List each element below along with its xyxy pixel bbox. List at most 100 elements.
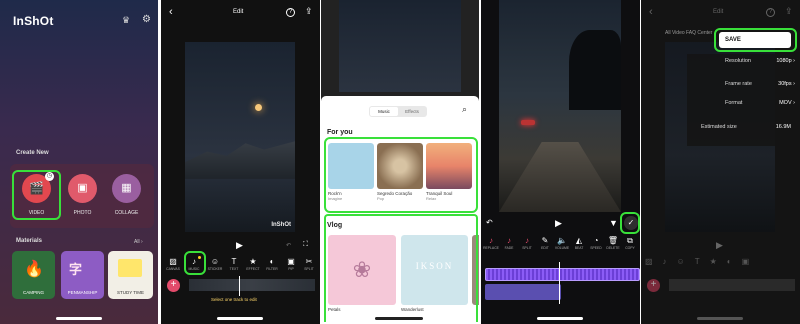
keyframe-icon[interactable]: ▼ [609,218,618,228]
tool-copy[interactable]: ⧉ COPY [622,236,638,250]
photo-label: PHOTO [73,210,92,216]
undo-icon[interactable]: ↶ [286,242,291,249]
save-highlight [714,28,797,52]
tool-effect[interactable]: ★ EFFECT [245,257,261,271]
material-study-time[interactable]: STUDY TIME [108,251,153,299]
material-camping[interactable]: 🔥 CAMPING [12,251,55,299]
music-card-rock[interactable]: Rock'n Imagine [328,143,374,209]
tool-filter[interactable]: ◐ FILTER [264,257,280,271]
tool-label: STICKER [207,267,223,271]
tool-label: DELETE [606,246,620,250]
image-icon: ▣ [68,174,97,203]
card-subtitle: Pop [377,196,385,201]
frame-rate-row[interactable]: Frame rate 30fps › [725,81,795,87]
tool-label: COPY [625,246,635,250]
video-preview[interactable] [499,0,621,212]
video-track[interactable] [485,284,561,300]
fullscreen-icon[interactable]: ⛶ [303,241,308,249]
tool-label: VOLUME [554,246,570,250]
tool-label: BEAT [574,246,584,250]
music-card-segredo[interactable]: Segredo Coração Pop [377,143,423,209]
tool-label: PIP [288,267,294,271]
tool-label: FILTER [266,267,278,271]
panel-divider [320,0,321,324]
create-photo-button[interactable]: ▣ PHOTO [66,174,99,218]
playhead[interactable] [559,262,560,304]
frame-rate-value-text: 30fps [778,81,792,87]
add-clip-button[interactable]: + [647,279,660,292]
search-icon[interactable]: ⌕ [462,104,467,115]
tool-volume[interactable]: 🔈 VOLUME [554,236,570,250]
help-icon[interactable]: ? [286,8,295,17]
undo-icon[interactable]: ↶ [486,218,493,227]
crown-icon[interactable]: ♛ [122,15,130,26]
notebook-art [118,259,142,277]
play-button[interactable]: ▶ [716,240,723,251]
share-icon[interactable]: ⇪ [785,6,793,17]
home-indicator [56,317,102,320]
play-button[interactable]: ▶ [555,218,562,229]
play-button[interactable]: ▶ [236,240,243,251]
campfire-icon: 🔥 [24,261,44,278]
tool-edit[interactable]: ✎ EDIT [537,236,553,250]
audio-track[interactable] [485,268,640,281]
create-collage-button[interactable]: ▦ COLLAGE [110,174,143,218]
tool-beat[interactable]: ◭ BEAT [571,236,587,250]
tool-canvas[interactable]: ▨ CANVAS [165,257,181,271]
tool-label: EFFECT [246,267,260,271]
playhead[interactable] [239,276,240,296]
album-art [377,143,423,189]
tool-label: SPLIT [304,267,314,271]
tool-split[interactable]: ✂ SPLIT [301,257,317,271]
back-chevron-icon[interactable]: ‹ [169,6,173,18]
materials-all-link[interactable]: All › [134,239,143,245]
tool-speed[interactable]: ◔ SPEED [588,236,604,250]
hill-silhouette [185,141,295,179]
watermark-label[interactable]: InShOt [271,222,291,228]
home-indicator [537,317,583,320]
resolution-value-text: 1080p [776,58,792,64]
back-chevron-icon[interactable]: ‹ [649,6,653,18]
tool-split[interactable]: ♪ SPLIT [519,236,535,250]
help-icon[interactable]: ? [766,8,775,17]
panel-divider [158,0,161,324]
grid-icon: ▦ [112,174,141,203]
camping-label: CAMPING [22,290,44,295]
format-label: Format [725,100,743,106]
add-clip-button[interactable]: + [167,279,180,292]
tool-replace[interactable]: ♪ REPLACE [483,236,499,250]
size-row: Estimated size 16.9M [701,124,795,130]
pip-icon: ▣ [287,257,295,266]
home-indicator [697,317,743,320]
tool-label: REPLACE [483,246,499,250]
music-card-tranquil[interactable]: Tranquil Soul Relax [426,143,472,209]
format-row[interactable]: Format MOV › [725,100,795,106]
confirm-highlight [620,212,640,234]
moon [255,104,262,111]
road [499,142,621,212]
share-icon[interactable]: ⇪ [305,6,313,17]
tool-fade[interactable]: ♪ FADE [501,236,517,250]
fade-icon: ♪ [507,236,511,245]
tool-sticker[interactable]: ☺ STICKER [207,257,223,271]
tab-effects[interactable]: Effects [398,107,426,116]
tool-text[interactable]: T TEXT [226,257,242,271]
library-tabs: Music Effects [369,106,427,117]
tool-pip[interactable]: ▣ PIP [283,257,299,271]
panel-divider [640,0,641,324]
home-indicator [375,317,423,320]
album-art [426,143,472,189]
tool-delete[interactable]: 🗑 DELETE [605,236,621,250]
material-penmanship[interactable]: 字 PENMANSHIP [61,251,104,299]
penmanship-label: PENMANSHIP [67,290,98,295]
video-peek [339,0,461,92]
speed-icon: ◔ [593,236,599,245]
tab-music[interactable]: Music [370,107,398,116]
penmanship-art: 字 [69,262,83,277]
create-new-heading: Create New [16,150,49,156]
settings-gear-icon[interactable]: ⚙ [142,14,151,25]
split-icon: ✂ [305,257,313,266]
timeline-strip[interactable] [189,279,315,291]
resolution-row[interactable]: Resolution 1080p › [725,58,795,64]
video-preview[interactable]: InShOt [185,42,295,232]
